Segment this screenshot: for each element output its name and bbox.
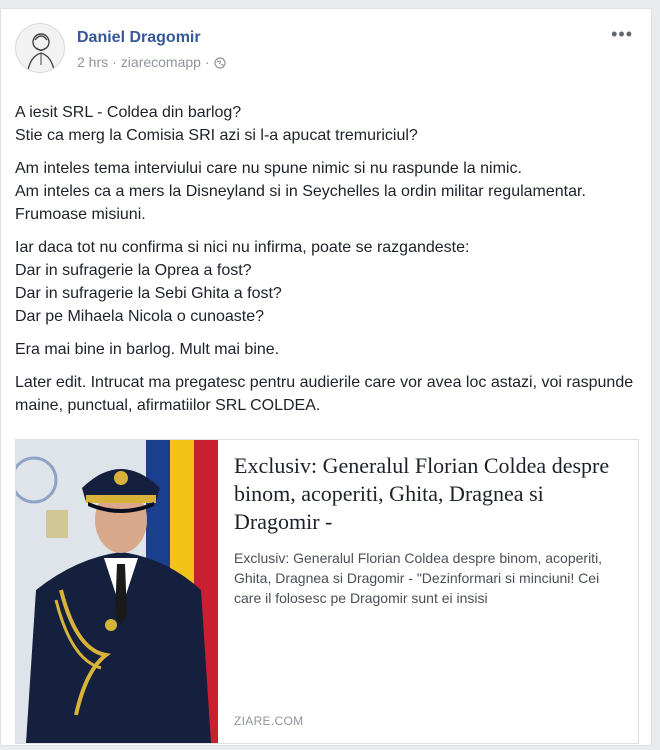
author-name[interactable]: Daniel Dragomir [77,29,201,47]
text-line: Dar pe Mihaela Nicola o cunoaste? [15,308,265,325]
text-line: Era mai bine in barlog. Mult mai bine. [15,341,280,358]
post-app[interactable]: ziarecomapp [121,54,201,70]
text-line: Later edit. Intrucat ma pregatesc pentru… [15,374,634,414]
paragraph-3: Iar daca tot nu confirma si nici nu infi… [15,236,635,328]
paragraph-2: Am inteles tema interviului care nu spun… [15,157,635,226]
text-line: Iar daca tot nu confirma si nici nu infi… [15,239,470,256]
post-text: A iesit SRL - Coldea din barlog? Stie ca… [15,101,635,427]
link-source: ZIARE.COM [234,714,304,728]
paragraph-4: Era mai bine in barlog. Mult mai bine. [15,338,635,361]
post-meta: 2 hrs · ziarecomapp · [77,54,226,70]
text-line: A iesit SRL - Coldea din barlog? [15,104,242,121]
link-text: Exclusiv: Generalul Florian Coldea despr… [234,452,626,608]
post-header: Daniel Dragomir 2 hrs · ziarecomapp · ••… [15,23,637,79]
text-line: Stie ca merg la Comisia SRI azi si l-a a… [15,127,418,144]
link-title[interactable]: Exclusiv: Generalul Florian Coldea despr… [234,452,626,536]
text-line: Dar in sufragerie la Oprea a fost? [15,262,252,279]
text-line: Am inteles ca a mers la Disneyland si in… [15,183,586,223]
text-line: Am inteles tema interviului care nu spun… [15,160,522,177]
link-description: Exclusiv: Generalul Florian Coldea despr… [234,550,603,606]
globe-icon[interactable] [214,56,226,69]
meta-separator: · [112,54,117,70]
post-time[interactable]: 2 hrs [77,54,108,70]
paragraph-1: A iesit SRL - Coldea din barlog? Stie ca… [15,101,635,147]
avatar[interactable] [15,23,65,73]
paragraph-5: Later edit. Intrucat ma pregatesc pentru… [15,371,635,417]
link-preview[interactable]: Exclusiv: Generalul Florian Coldea despr… [15,439,639,744]
link-preview-image[interactable] [16,440,218,743]
post-card: Daniel Dragomir 2 hrs · ziarecomapp · ••… [0,8,652,746]
text-line: Dar in sufragerie la Sebi Ghita a fost? [15,285,282,302]
meta-separator: · [204,54,210,70]
more-options-icon[interactable]: ••• [611,25,633,43]
